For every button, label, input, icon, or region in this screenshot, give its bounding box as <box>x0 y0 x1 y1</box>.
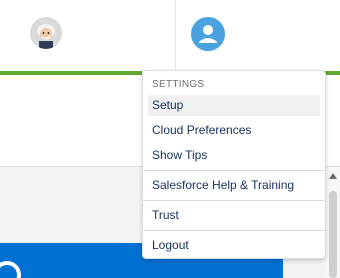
einstein-avatar-icon[interactable] <box>30 17 62 49</box>
menu-pointer <box>142 70 149 77</box>
menu-item-setup[interactable]: Setup <box>148 95 320 116</box>
menu-item-trust[interactable]: Trust <box>148 205 320 226</box>
menu-item-logout[interactable]: Logout <box>148 235 320 256</box>
header-divider <box>175 0 176 71</box>
menu-separator <box>143 230 325 231</box>
user-profile-icon[interactable] <box>191 17 225 51</box>
menu-item-help-training[interactable]: Salesforce Help & Training <box>148 175 320 196</box>
menu-section-header: SETTINGS <box>152 79 205 90</box>
menu-separator <box>143 170 325 171</box>
scroll-thumb[interactable] <box>329 191 337 278</box>
menu-item-cloud-preferences[interactable]: Cloud Preferences <box>148 120 320 141</box>
scrollbar[interactable] <box>326 167 340 278</box>
menu-item-show-tips[interactable]: Show Tips <box>148 145 320 166</box>
cloud-logo-icon <box>0 261 21 278</box>
scroll-up-arrow-icon[interactable] <box>329 173 337 179</box>
top-header <box>0 0 340 71</box>
settings-dropdown-menu: SETTINGS Setup Cloud Preferences Show Ti… <box>142 70 326 259</box>
menu-separator <box>143 200 325 201</box>
